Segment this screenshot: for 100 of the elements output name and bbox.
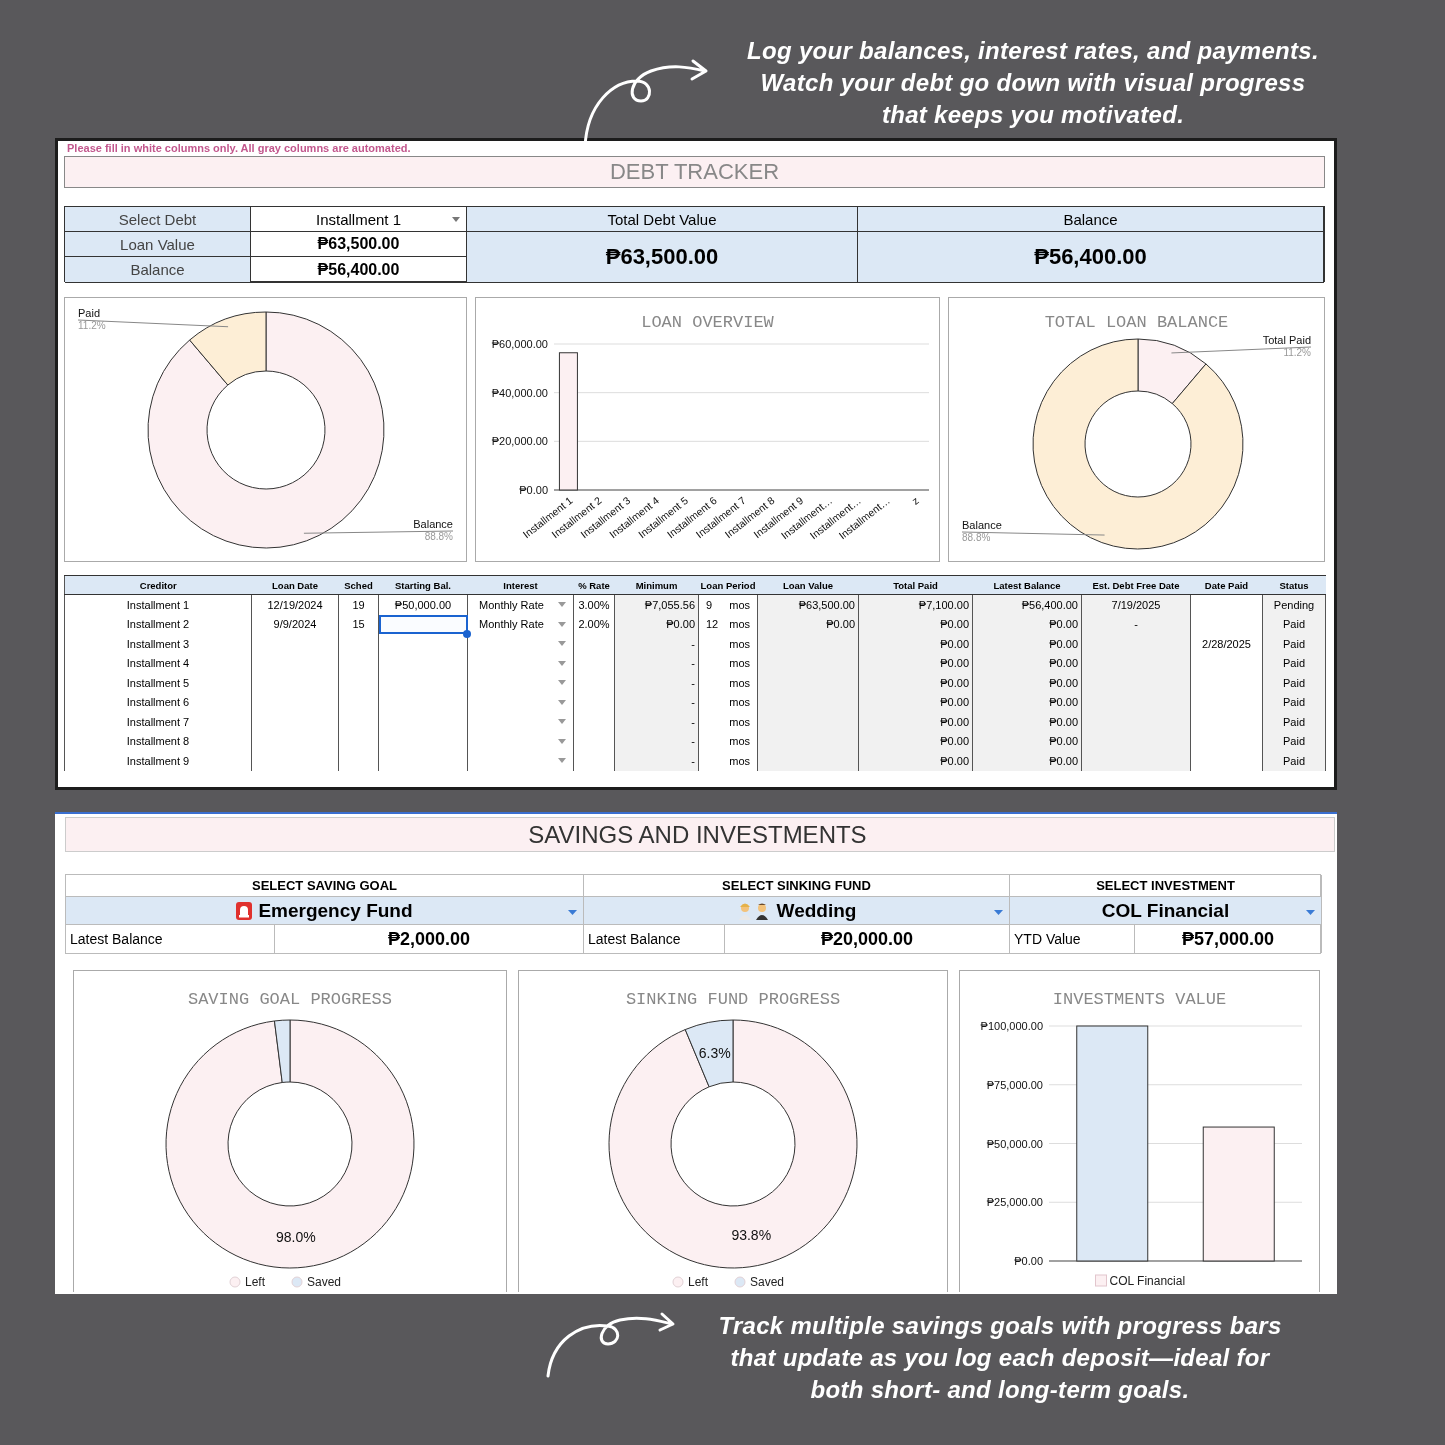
- table-cell: -: [614, 653, 699, 673]
- slice-percent: 98.0%: [276, 1228, 316, 1245]
- field-value: ₱63,500.00: [251, 232, 467, 257]
- table-cell: -: [614, 712, 699, 732]
- table-cell: Monthly Rate: [479, 598, 544, 611]
- slice-percent: 6.3%: [698, 1044, 731, 1061]
- table-cell: -: [614, 751, 699, 771]
- table-cell: Paid: [1262, 634, 1326, 654]
- field-label: Latest Balance: [66, 925, 275, 953]
- slice-percent: 93.8%: [731, 1227, 772, 1244]
- axis-label: ₱0.00: [519, 484, 548, 496]
- table-cell: Paid: [1262, 731, 1326, 751]
- table-cell: ₱7,055.56: [614, 594, 699, 615]
- table-cell: Installment 7: [64, 712, 252, 732]
- field-label: Loan Value: [65, 232, 251, 257]
- table-cell: 12: [706, 618, 719, 631]
- table-cell: Installment 9: [64, 751, 252, 771]
- chart-title: TOTAL LOAN BALANCE: [1044, 313, 1229, 332]
- section-title: SAVINGS AND INVESTMENTS: [65, 817, 1335, 852]
- annotation-text: Log your balances, interest rates, and payments. Watch your debt go down with visual progress that keeps you motivated.: [746, 36, 1320, 130]
- dropdown-caret-icon[interactable]: [558, 719, 566, 725]
- dropdown-caret-icon[interactable]: [558, 660, 566, 666]
- table-cell: -: [614, 634, 699, 654]
- choice-dropdown[interactable]: Emergency Fund: [66, 897, 583, 925]
- table-cell: 9: [706, 598, 713, 611]
- axis-label: ₱50,000.00: [986, 1137, 1043, 1150]
- table-cell: -: [614, 731, 699, 751]
- column-header: Minimum: [614, 575, 699, 595]
- slice-percent: 11.2%: [78, 320, 106, 331]
- table-cell: 19: [338, 594, 379, 615]
- table-cell: Paid: [1262, 673, 1326, 693]
- dropdown-caret-icon[interactable]: [558, 641, 566, 647]
- table-cell: ₱0.00: [972, 751, 1082, 771]
- chart-title: SAVING GOAL PROGRESS: [188, 990, 392, 1009]
- table-cell: mos: [729, 735, 750, 748]
- column-header: % Rate: [573, 575, 615, 595]
- column-header: Sched: [338, 575, 379, 595]
- chart-title: LOAN OVERVIEW: [641, 313, 774, 332]
- dropdown-caret-icon[interactable]: [558, 758, 566, 764]
- table-cell: Paid: [1262, 692, 1326, 712]
- chart-title: INVESTMENTS VALUE: [1052, 990, 1227, 1009]
- table-cell: mos: [729, 715, 750, 728]
- selection-handle[interactable]: [463, 630, 471, 638]
- table-cell: Installment 8: [64, 731, 252, 751]
- table-cell: ₱0.00: [858, 634, 973, 654]
- summary-value: ₱63,500.00: [467, 232, 858, 283]
- axis-label: ₱25,000.00: [986, 1196, 1043, 1209]
- choice-dropdown[interactable]: COL Financial: [1010, 897, 1321, 925]
- dropdown-caret-icon[interactable]: [558, 738, 566, 744]
- table-cell: Paid: [1262, 614, 1326, 634]
- table-cell: ₱0.00: [614, 614, 699, 634]
- table-cell: Installment 1: [64, 594, 252, 615]
- field-label: Select Debt: [65, 207, 251, 232]
- slice-percent: 11.2%: [1283, 347, 1311, 358]
- table-cell: ₱0.00: [972, 614, 1082, 634]
- axis-label: ₱75,000.00: [986, 1078, 1043, 1091]
- column-header: Interest: [467, 575, 574, 595]
- table-cell: Installment 6: [64, 692, 252, 712]
- legend-label: Saved: [307, 1275, 342, 1289]
- table-cell: Installment 4: [64, 653, 252, 673]
- dropdown-caret-icon[interactable]: [558, 680, 566, 686]
- chart-title: SINKING FUND PROGRESS: [625, 990, 841, 1009]
- column-header: Starting Bal.: [378, 575, 468, 595]
- choice-dropdown[interactable]: Wedding: [584, 897, 1009, 925]
- table-cell: Pending: [1262, 594, 1326, 615]
- summary-label: Total Debt Value: [467, 207, 858, 232]
- tracker-title: DEBT TRACKER: [64, 156, 1325, 188]
- table-cell: mos: [729, 676, 750, 689]
- instruction-text: Please fill in white columns only. All gray columns are automated.: [67, 141, 412, 156]
- table-cell: -: [614, 673, 699, 693]
- dropdown-caret-icon[interactable]: [558, 699, 566, 705]
- dropdown-caret-icon[interactable]: [558, 602, 566, 608]
- table-cell: ₱0.00: [972, 712, 1082, 732]
- field-value: ₱2,000.00: [386, 927, 472, 951]
- debt-select-dropdown[interactable]: Installment 1: [251, 207, 467, 232]
- table-cell: ₱0.00: [858, 751, 973, 771]
- column-header: Est. Debt Free Date: [1081, 575, 1191, 595]
- column-header: Latest Balance: [972, 575, 1082, 595]
- table-cell: -: [1081, 614, 1191, 634]
- table-cell: 7/19/2025: [1081, 594, 1191, 615]
- field-label: Balance: [65, 257, 251, 283]
- table-cell: -: [614, 692, 699, 712]
- table-cell: ₱56,400.00: [972, 594, 1082, 615]
- dropdown-caret-icon[interactable]: [558, 621, 566, 627]
- table-cell: Installment 3: [64, 634, 252, 654]
- column-header: Total Paid: [858, 575, 973, 595]
- field-label: Latest Balance: [584, 925, 725, 953]
- column-header: Date Paid: [1190, 575, 1263, 595]
- table-cell: ₱0.00: [972, 731, 1082, 751]
- field-label: YTD Value: [1010, 925, 1135, 953]
- table-cell: ₱63,500.00: [757, 594, 859, 615]
- summary-label: Balance: [858, 207, 1324, 232]
- table-cell: mos: [729, 754, 750, 767]
- table-cell: Paid: [1262, 712, 1326, 732]
- annotation-text: Track multiple savings goals with progress bars that update as you log each deposit—ideal for both short- and long-term goals.: [717, 1311, 1283, 1405]
- table-cell: Installment 2: [64, 614, 252, 634]
- table-cell: ₱0.00: [972, 692, 1082, 712]
- slice-label: Balance: [962, 519, 1002, 531]
- axis-label: ₱100,000.00: [980, 1020, 1043, 1032]
- legend-label: Saved: [750, 1275, 785, 1289]
